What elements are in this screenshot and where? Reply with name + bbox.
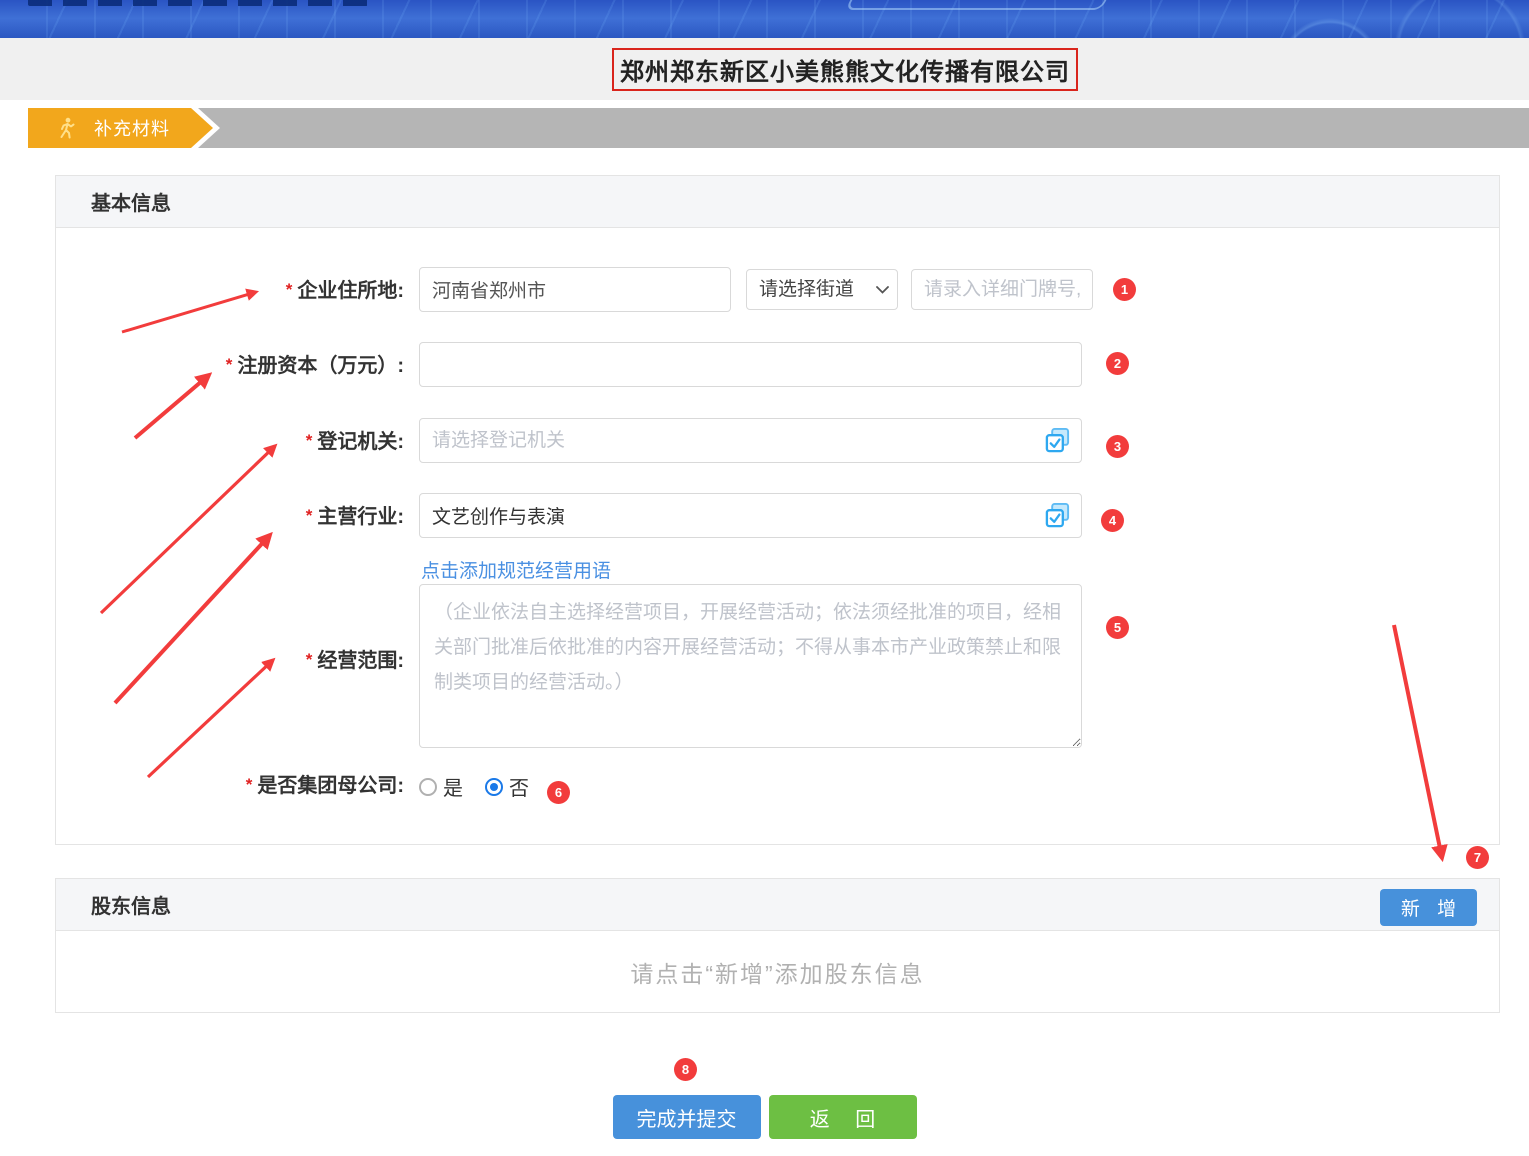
radio-yes-label: 是 <box>443 772 463 801</box>
required-mark: * <box>306 506 313 525</box>
step-tabbar: 补充材料 <box>28 108 1529 148</box>
capital-label: *注册资本（万元）: <box>56 342 404 389</box>
registry-row: *登记机关: <box>56 418 1501 463</box>
industry-input[interactable] <box>419 493 1082 538</box>
tab-label: 补充材料 <box>94 115 170 141</box>
shareholder-header: 股东信息 新 增 <box>56 879 1499 931</box>
capital-row: *注册资本（万元）: <box>56 342 1501 387</box>
address-detail-input[interactable] <box>911 269 1093 310</box>
group-parent-row: *是否集团母公司: 是 否 <box>56 772 1501 798</box>
address-input[interactable] <box>419 267 731 312</box>
badge-4: 4 <box>1101 509 1124 532</box>
radio-no[interactable]: 否 <box>485 772 529 801</box>
top-banner <box>0 0 1529 38</box>
radio-no-circle[interactable] <box>485 778 503 796</box>
badge-3: 3 <box>1106 435 1129 458</box>
street-select-wrap: 请选择街道 <box>746 269 898 310</box>
header-band: 郑州郑东新区小美熊熊文化传播有限公司 <box>0 38 1529 100</box>
badge-6: 6 <box>547 781 570 804</box>
address-row: *企业住所地: 请选择街道 <box>56 267 1501 312</box>
add-shareholder-button[interactable]: 新 增 <box>1380 889 1477 926</box>
badge-1: 1 <box>1113 278 1136 301</box>
required-mark: * <box>286 280 293 299</box>
badge-5: 5 <box>1106 616 1129 639</box>
basic-info-section: 基本信息 *企业住所地: 请选择街道 *注册资本（万元）: *登记机关: <box>55 175 1500 845</box>
footer-actions: 完成并提交 返 回 <box>0 1095 1529 1139</box>
radio-yes[interactable]: 是 <box>419 772 463 801</box>
submit-button[interactable]: 完成并提交 <box>613 1095 761 1139</box>
tab-supplementary-material[interactable]: 补充材料 <box>28 108 213 148</box>
badge-2: 2 <box>1106 352 1129 375</box>
radio-yes-circle[interactable] <box>419 778 437 796</box>
shareholder-empty-hint: 请点击“新增”添加股东信息 <box>630 955 924 989</box>
basic-info-title: 基本信息 <box>91 187 171 216</box>
running-person-icon <box>56 117 76 139</box>
registry-input[interactable] <box>419 418 1082 463</box>
group-parent-radios: 是 否 <box>419 772 529 801</box>
group-parent-label: *是否集团母公司: <box>56 772 404 799</box>
shareholder-empty-body: 请点击“新增”添加股东信息 <box>56 931 1499 1013</box>
page-root: 郑州郑东新区小美熊熊文化传播有限公司 补充材料 基本信息 *企业住所地: 请选 <box>0 0 1529 1156</box>
add-standard-terms-link[interactable]: 点击添加规范经营用语 <box>421 556 611 583</box>
industry-row: *主营行业: <box>56 493 1501 538</box>
shareholder-title: 股东信息 <box>91 890 171 919</box>
badge-7: 7 <box>1466 846 1489 869</box>
registry-label: *登记机关: <box>56 418 404 465</box>
required-mark: * <box>306 431 313 450</box>
street-select[interactable]: 请选择街道 <box>746 269 898 310</box>
scope-row: *经营范围: <box>56 584 1501 748</box>
scope-textarea[interactable] <box>419 584 1082 748</box>
registry-picker-icon[interactable] <box>1044 427 1071 454</box>
banner-decoration <box>845 0 1115 10</box>
shareholder-section: 股东信息 新 增 请点击“新增”添加股东信息 <box>55 878 1500 1013</box>
badge-8: 8 <box>674 1058 697 1081</box>
required-mark: * <box>246 775 253 794</box>
basic-info-header: 基本信息 <box>56 176 1499 228</box>
company-title: 郑州郑东新区小美熊熊文化传播有限公司 <box>612 48 1078 91</box>
scope-label: *经营范围: <box>56 644 404 673</box>
address-label: *企业住所地: <box>56 267 404 314</box>
industry-picker-icon[interactable] <box>1044 502 1071 529</box>
scope-link-row: 点击添加规范经营用语 <box>56 556 1501 580</box>
required-mark: * <box>226 355 233 374</box>
banner-cutoff-text <box>28 0 368 6</box>
required-mark: * <box>306 650 313 669</box>
radio-no-label: 否 <box>509 772 529 801</box>
back-button[interactable]: 返 回 <box>769 1095 917 1139</box>
capital-input[interactable] <box>419 342 1082 387</box>
industry-label: *主营行业: <box>56 493 404 540</box>
